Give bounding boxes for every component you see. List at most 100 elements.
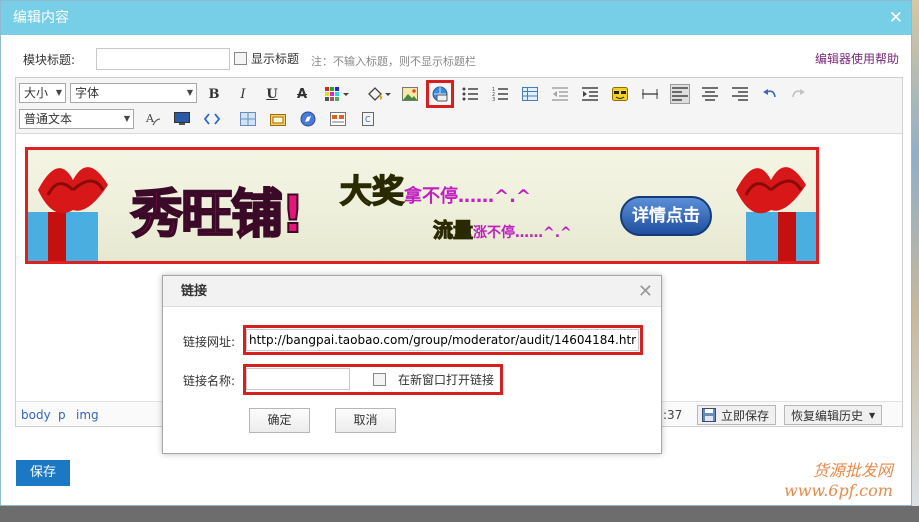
undo-icon [763, 89, 776, 98]
close-icon[interactable]: ✕ [889, 1, 903, 35]
indent-button[interactable] [580, 84, 600, 104]
banner-main-text: 秀旺铺! [130, 184, 306, 246]
link-url-label: 链接网址: [183, 335, 236, 349]
banner-line-2-big: 流量 [433, 218, 474, 243]
paragraph-format-select-value: 普通文本 [24, 112, 73, 126]
module-title-input[interactable] [96, 48, 230, 70]
show-title-checkbox[interactable]: 显示标题 [234, 50, 299, 67]
layout-button[interactable] [238, 109, 258, 129]
checkbox-icon[interactable] [234, 52, 247, 65]
banner-line-1-small: 拿不停……^.^ [404, 186, 532, 207]
module-title-note: 注：不输入标题，则不显示标题栏 [311, 55, 476, 68]
confirm-button[interactable]: 确定 [249, 408, 310, 433]
indent-icon [582, 87, 598, 101]
watermark: 货源批发网 www.6pf.com [784, 461, 893, 501]
banner-line-2: 流量涨不停……^.^ [433, 214, 572, 243]
banner-details-button[interactable]: 详情点击 [620, 196, 712, 236]
breadcrumb-img[interactable]: img [76, 408, 99, 422]
clear-format-icon: A [145, 112, 161, 126]
dialog-title: 编辑内容 [13, 10, 69, 26]
product-icon [330, 112, 346, 126]
clear-format-button[interactable]: A [143, 109, 163, 129]
link-dialog-header: 链接 ✕ [163, 276, 661, 307]
bulleted-list-button[interactable] [460, 84, 480, 104]
checkbox-icon[interactable] [373, 373, 386, 386]
insert-template-button[interactable]: C [358, 109, 378, 129]
align-right-icon [732, 87, 748, 101]
align-left-button[interactable] [670, 84, 690, 104]
gift-box-icon [28, 167, 108, 261]
bold-button[interactable]: B [204, 84, 224, 104]
insert-module-button[interactable] [268, 109, 288, 129]
breadcrumb-body[interactable]: body [21, 408, 51, 422]
floppy-disk-icon [702, 408, 716, 422]
autosave-time: :37 [663, 408, 683, 422]
paint-bucket-icon [368, 87, 391, 101]
chevron-down-icon: ▼ [55, 88, 62, 97]
banner-line-1: 大奖拿不停……^.^ [339, 166, 532, 212]
strikethrough-button[interactable]: A [292, 84, 312, 104]
numbered-list-icon: 123 [492, 87, 508, 101]
template-icon: C [362, 112, 374, 126]
insert-table-button[interactable] [520, 84, 540, 104]
insert-link-button[interactable] [426, 80, 454, 108]
svg-text:3: 3 [492, 97, 495, 101]
outdent-button[interactable] [550, 84, 570, 104]
module-title-row: 模块标题: 显示标题 注：不输入标题，则不显示标题栏 编辑器使用帮助 [23, 48, 899, 70]
media-icon [174, 112, 190, 125]
underline-button[interactable]: U [262, 84, 282, 104]
close-icon[interactable]: ✕ [638, 276, 653, 307]
link-url-input[interactable] [246, 329, 639, 351]
smiley-sunglasses-icon [612, 87, 628, 101]
breadcrumb-p[interactable]: p [58, 408, 66, 422]
link-name-input[interactable] [246, 368, 350, 390]
source-code-button[interactable] [202, 109, 222, 129]
emoticon-button[interactable] [610, 84, 630, 104]
link-dialog: 链接 ✕ 链接网址: 链接名称: 在新窗口打开链接 确定 取消 [162, 275, 662, 454]
font-family-select-value: 字体 [75, 86, 100, 100]
banner-line-1-big: 大奖 [339, 171, 405, 211]
open-new-window-checkbox[interactable]: 在新窗口打开链接 [373, 371, 494, 388]
align-right-button[interactable] [730, 84, 750, 104]
watermark-line-2: www.6pf.com [784, 481, 893, 500]
redo-button[interactable] [788, 84, 808, 104]
insert-widget-button[interactable] [298, 109, 318, 129]
save-now-label: 立即保存 [721, 408, 770, 423]
numbered-list-button[interactable]: 123 [490, 84, 510, 104]
show-title-label: 显示标题 [251, 52, 300, 66]
module-title-label: 模块标题: [23, 53, 76, 67]
align-center-button[interactable] [700, 84, 720, 104]
banner-image[interactable]: 秀旺铺! 大奖拿不停……^.^ 流量涨不停……^.^ 详情点击 [25, 147, 819, 264]
restore-history-button[interactable]: 恢复编辑历史 ▼ [784, 405, 883, 425]
insert-flash-button[interactable] [172, 109, 192, 129]
chevron-down-icon: ▼ [869, 410, 876, 420]
paragraph-format-select[interactable]: 普通文本 ▼ [19, 109, 134, 129]
cancel-button[interactable]: 取消 [335, 408, 396, 433]
open-new-window-label: 在新窗口打开链接 [398, 373, 495, 387]
font-family-select[interactable]: 字体 ▼ [70, 83, 197, 103]
font-size-select-value: 大小 [24, 86, 49, 100]
svg-text:A: A [145, 112, 155, 125]
bulleted-list-icon [462, 87, 478, 101]
save-button[interactable]: 保存 [16, 460, 70, 486]
insert-product-button[interactable] [328, 109, 348, 129]
editor-help-link[interactable]: 编辑器使用帮助 [815, 50, 899, 67]
dialog-titlebar: 编辑内容 ✕ [1, 1, 911, 35]
gift-box-icon [736, 167, 816, 261]
code-icon [204, 113, 220, 125]
align-left-icon [672, 87, 688, 101]
restore-history-label: 恢复编辑历史 [791, 408, 864, 423]
insert-image-button[interactable] [400, 84, 420, 104]
italic-button[interactable]: I [233, 84, 253, 104]
svg-text:C: C [365, 115, 371, 124]
banner-line-2-small: 涨不停……^.^ [473, 225, 572, 241]
font-size-select[interactable]: 大小 ▼ [19, 83, 66, 103]
folder-icon [270, 114, 286, 126]
horizontal-rule-button[interactable] [640, 84, 660, 104]
text-color-button[interactable] [322, 84, 352, 104]
compass-icon [300, 111, 316, 127]
outdent-icon [552, 87, 568, 101]
save-now-button[interactable]: 立即保存 [697, 405, 777, 425]
undo-button[interactable] [760, 84, 780, 104]
background-color-button[interactable] [364, 84, 394, 104]
